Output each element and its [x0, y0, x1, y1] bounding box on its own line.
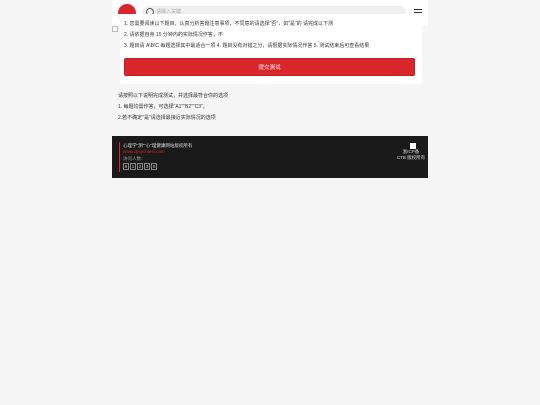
notes-heading: 请按照以下说明完成测试，并选择最符合你的选项: [118, 93, 229, 99]
instruction-line-1: 1. 您需要阅读以下题目，认真分析答题注意事项，不同意的请选择"否"，如"是"的…: [124, 21, 334, 27]
footer-counter-label: 访问人数：: [123, 156, 146, 161]
counter-digit: 3: [144, 163, 150, 170]
instruction-line-3: 3. 题目请 A\B\C 每题选择其中最适合一项 4. 题目没有对错之分，请根据…: [124, 43, 370, 49]
counter-digit: 2: [137, 163, 143, 170]
note-item-1: 1. 每题均需作答，可选择"A1""B2""C3"。: [118, 104, 208, 110]
visitor-counter: 9 1 2 3 0: [123, 163, 157, 170]
footer: 心理学"测""心"理健康网站版权所有 www.cpsychtest.com 访问…: [112, 136, 428, 178]
counter-digit: 9: [123, 163, 129, 170]
counter-digit: 0: [151, 163, 157, 170]
footer-url-link[interactable]: www.cpsychtest.com: [123, 149, 165, 155]
test-form-card: 1. 您需要阅读以下题目，认真分析答题注意事项，不同意的请选择"否"，如"是"的…: [120, 14, 422, 84]
instruction-line-2: 2. 请依据自身 15 分钟内的实际情况作答，不: [124, 32, 223, 38]
submit-button[interactable]: 提交测试: [124, 58, 415, 76]
note-item-2: 2.若不确定"是"请选择最接近实际情况的选项: [118, 115, 216, 121]
counter-digit: 1: [130, 163, 136, 170]
footer-accent-bar: [119, 142, 120, 172]
footer-right: 浙ICP备 CTB 版权所有: [396, 143, 426, 161]
page: 请输入关键 1. 您需要阅读以下题目，认真分析答题注意事项，不同意的请选择"否"…: [112, 0, 428, 405]
footer-copyright: CTB 版权所有: [396, 155, 426, 160]
broken-image-icon: [112, 26, 118, 32]
